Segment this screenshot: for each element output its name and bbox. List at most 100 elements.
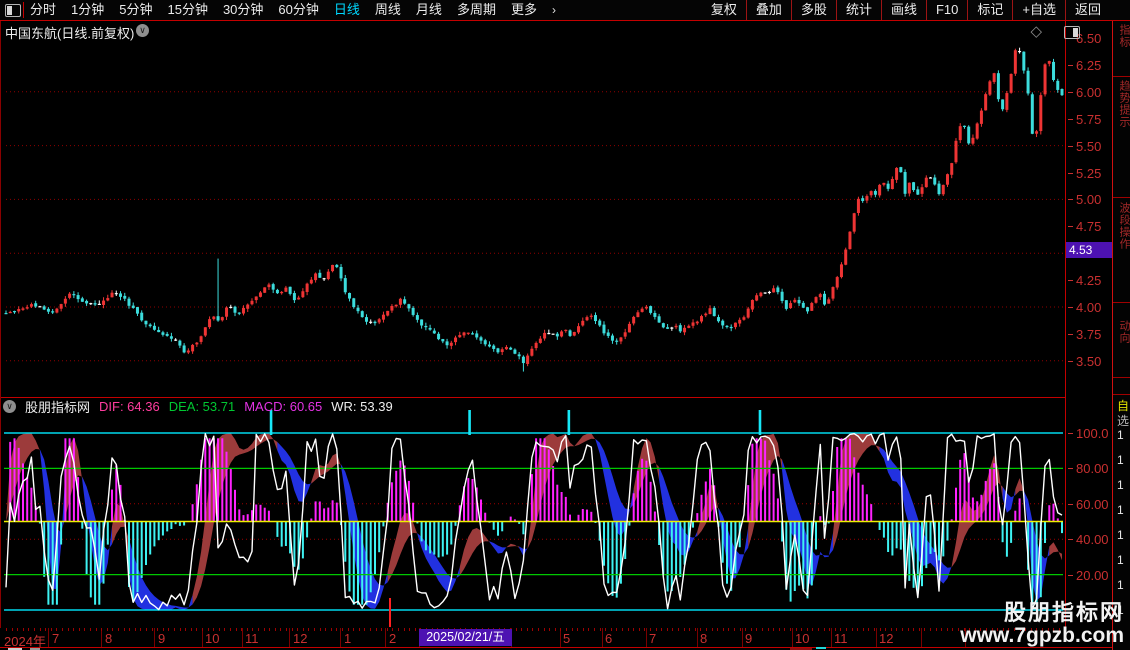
axis-minitick	[796, 628, 797, 631]
axis-minitick	[118, 628, 119, 631]
price-tick	[1068, 146, 1073, 147]
axis-minitick	[275, 628, 276, 631]
axis-minitick	[768, 628, 769, 631]
toolbar-button-叠加[interactable]: 叠加	[746, 0, 791, 20]
strip-vertical-text: 动向	[1116, 320, 1130, 344]
top-toolbar: 分时 1分钟 5分钟 15分钟 30分钟 60分钟日线周线月线多周期更多 › 复权叠加多股统…	[0, 0, 1130, 21]
osc-tick	[1068, 468, 1073, 469]
axis-minitick	[678, 628, 679, 631]
axis-minitick	[516, 628, 517, 631]
toolbar-button-统计[interactable]: 统计	[836, 0, 881, 20]
axis-minitick	[639, 628, 640, 631]
toolbar-actions: 复权叠加多股统计画线F10标记+自选返回	[702, 0, 1110, 20]
toolbar-button-标记[interactable]: 标记	[967, 0, 1012, 20]
toolbar-button-F10[interactable]: F10	[926, 0, 967, 20]
indicator-name[interactable]: 股朋指标网	[25, 397, 90, 416]
toolbar-button-画线[interactable]: 画线	[881, 0, 926, 20]
layout-toggle-button[interactable]	[3, 2, 24, 18]
period-tab-分时[interactable]: 分时	[30, 0, 56, 20]
axis-minitick	[622, 628, 623, 631]
axis-minitick	[157, 628, 158, 631]
axis-minitick	[807, 628, 808, 631]
toolbar-button-返回[interactable]: 返回	[1065, 0, 1110, 20]
price-tick	[1068, 226, 1073, 227]
osc-tick	[1068, 575, 1073, 576]
candlestick-chart[interactable]	[0, 21, 1066, 398]
strip-separator	[1113, 394, 1130, 395]
strip-code-digit: 1	[1117, 453, 1124, 467]
toolbar-button-多股[interactable]: 多股	[791, 0, 836, 20]
axis-minitick	[874, 628, 875, 631]
axis-minitick	[348, 628, 349, 631]
axis-minitick	[790, 628, 791, 631]
axis-minitick	[353, 628, 354, 631]
axis-minitick	[628, 628, 629, 631]
strip-separator	[1113, 76, 1130, 77]
period-tab-1分钟[interactable]: 1分钟	[71, 0, 104, 20]
price-tick	[1068, 280, 1073, 281]
price-tick	[1068, 65, 1073, 66]
axis-minitick	[398, 628, 399, 631]
month-separator	[831, 628, 832, 647]
right-side-strip[interactable]: 自 选 指标趋势提示波段操作动向11111111	[1112, 0, 1130, 650]
period-tab-更多[interactable]: 更多	[511, 0, 537, 20]
period-tab-周线[interactable]: 周线	[375, 0, 401, 20]
diamond-icon[interactable]: ◇	[1030, 22, 1042, 40]
axis-minitick	[331, 628, 332, 631]
month-separator	[646, 628, 647, 647]
watermark-url: www.7gpzb.com	[960, 625, 1124, 647]
more-arrow-icon[interactable]: ›	[552, 3, 556, 17]
axis-minitick	[616, 628, 617, 631]
axis-minitick	[941, 628, 942, 631]
price-tick-label: 6.25	[1076, 58, 1112, 74]
period-tab-15分钟[interactable]: 15分钟	[167, 0, 207, 20]
axis-minitick	[667, 628, 668, 631]
panel-divider	[0, 397, 1112, 398]
period-tab-日线[interactable]: 日线	[334, 0, 360, 20]
period-tab-30分钟[interactable]: 30分钟	[223, 0, 263, 20]
toolbar-button-复权[interactable]: 复权	[702, 0, 746, 20]
axis-minitick	[863, 628, 864, 631]
axis-minitick	[314, 628, 315, 631]
left-border	[0, 21, 1, 647]
strip-separator	[1113, 377, 1130, 378]
strip-vertical-text: 趋势提示	[1116, 80, 1130, 128]
title-dropdown-icon[interactable]: ∨	[136, 24, 149, 37]
price-tick-label: 6.00	[1076, 85, 1112, 101]
period-tab-月线[interactable]: 月线	[416, 0, 442, 20]
oscillator-chart[interactable]	[0, 398, 1066, 628]
osc-tick-label: 60.00	[1076, 497, 1112, 513]
axis-minitick	[549, 628, 550, 631]
sidebar-toggle-icon	[5, 4, 21, 17]
toolbar-button-+自选[interactable]: +自选	[1012, 0, 1065, 20]
axis-minitick	[292, 628, 293, 631]
strip-code-digit: 1	[1117, 528, 1124, 542]
axis-minitick	[577, 628, 578, 631]
period-tabs: 分时 1分钟 5分钟 15分钟 30分钟 60分钟日线周线月线多周期更多 ›	[30, 0, 556, 20]
price-marker-badge: 4.53	[1066, 242, 1116, 258]
axis-minitick	[611, 628, 612, 631]
price-axis: 4.53 6.506.256.005.755.505.255.004.754.5…	[1065, 21, 1113, 647]
month-separator	[48, 628, 49, 647]
axis-minitick	[6, 628, 7, 631]
period-tab-多周期[interactable]: 多周期	[457, 0, 496, 20]
axis-minitick	[762, 628, 763, 631]
axis-minitick	[600, 628, 601, 631]
axis-minitick	[51, 628, 52, 631]
axis-minitick	[885, 628, 886, 631]
axis-minitick	[286, 628, 287, 631]
price-tick	[1068, 307, 1073, 308]
month-label-2: 2	[389, 631, 396, 646]
period-tab-60分钟[interactable]: 60分钟	[278, 0, 318, 20]
osc-tick-label: 40.00	[1076, 532, 1112, 548]
strip-vertical-text: 波段操作	[1116, 202, 1130, 250]
indicator-dropdown-icon[interactable]: ∨	[3, 400, 16, 413]
strip-separator	[1113, 302, 1130, 303]
axis-minitick	[174, 628, 175, 631]
strip-code-digit: 1	[1117, 428, 1124, 442]
strip-code-digit: 1	[1117, 478, 1124, 492]
axis-minitick	[342, 628, 343, 631]
period-tab-5分钟[interactable]: 5分钟	[119, 0, 152, 20]
strip-vertical-text: 指标	[1116, 24, 1130, 48]
axis-minitick	[146, 628, 147, 631]
